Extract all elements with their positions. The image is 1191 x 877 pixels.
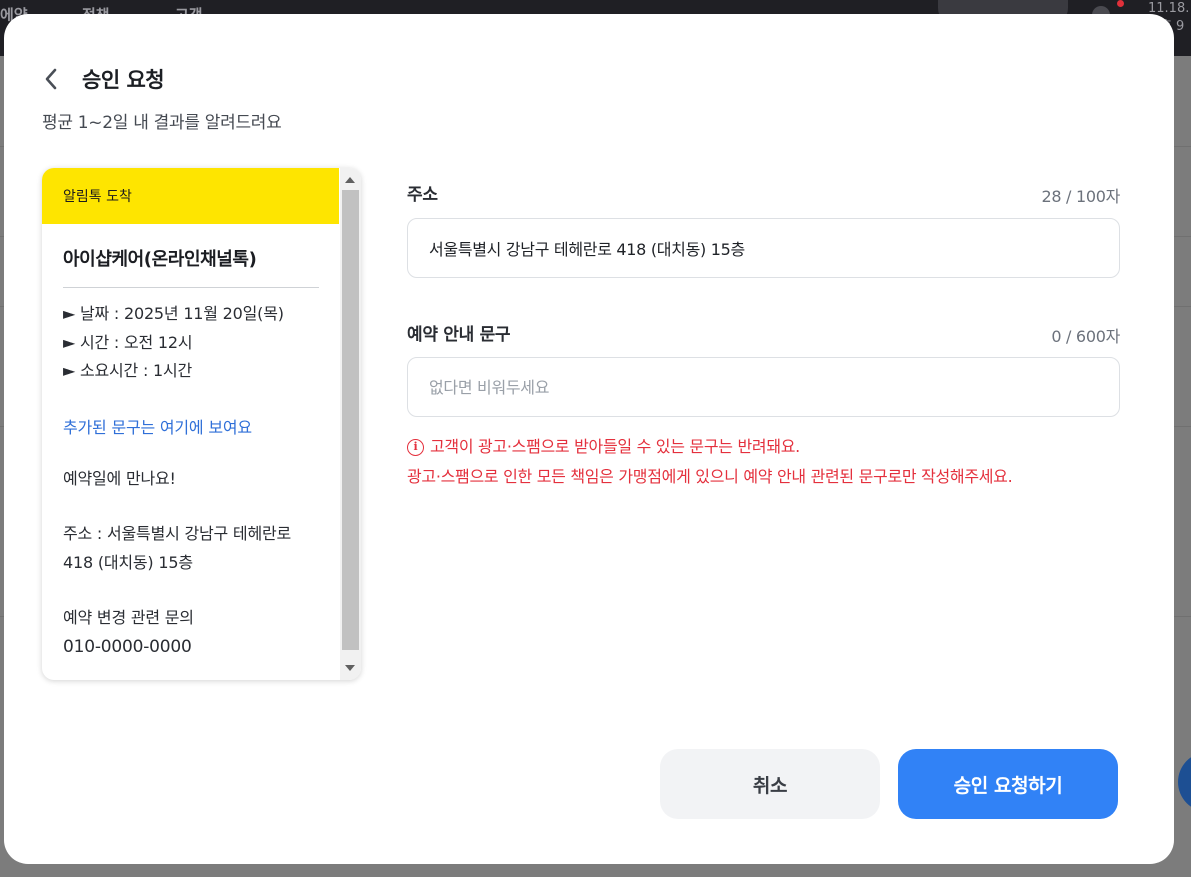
preview-detail-duration: ► 소요시간 : 1시간 <box>63 361 193 380</box>
submit-approval-button[interactable]: 승인 요청하기 <box>898 749 1118 819</box>
modal-title: 승인 요청 <box>82 68 165 92</box>
preview-details: ► 날짜 : 2025년 11월 20일(목) ► 시간 : 오전 12시 ► … <box>63 300 319 386</box>
preview-greeting: 예약일에 만나요! <box>63 468 176 488</box>
notice-char-count: 0 / 600자 <box>1051 327 1120 346</box>
preview-body: 아이샵케어(온라인채널톡) ► 날짜 : 2025년 11월 20일(목) ► … <box>63 224 319 661</box>
preview-address-line: 418 (대치동) 15층 <box>63 552 193 572</box>
info-icon: i <box>407 438 424 456</box>
address-input[interactable] <box>407 218 1120 278</box>
preview-extra-text: 추가된 문구는 여기에 보여요 <box>63 417 252 437</box>
approval-request-modal: 승인 요청 평균 1~2일 내 결과를 알려드려요 알림톡 도착 아이샵케어(온… <box>4 14 1174 864</box>
address-label: 주소 <box>407 185 438 205</box>
modal-subtitle: 평균 1~2일 내 결과를 알려드려요 <box>42 113 282 133</box>
preview-contact-label: 예약 변경 관련 문의 <box>63 608 194 627</box>
warning-line: 고객이 광고·스팸으로 받아들일 수 있는 문구는 반려돼요. <box>430 437 800 456</box>
warning-row: i 고객이 광고·스팸으로 받아들일 수 있는 문구는 반려돼요. <box>407 432 1012 462</box>
notification-dot <box>1117 0 1124 7</box>
address-char-count: 28 / 100자 <box>1041 187 1121 206</box>
scroll-down-arrow-icon[interactable] <box>345 665 355 671</box>
scroll-up-arrow-icon[interactable] <box>345 177 355 183</box>
scroll-thumb[interactable] <box>342 190 359 650</box>
cancel-button[interactable]: 취소 <box>660 749 880 819</box>
warning-message: i 고객이 광고·스팸으로 받아들일 수 있는 문구는 반려돼요. 광고·스팸으… <box>407 432 1013 492</box>
preview-contact: 예약 변경 관련 문의 010-0000-0000 <box>63 604 319 661</box>
preview-detail-date: ► 날짜 : 2025년 11월 20일(목) <box>63 304 284 323</box>
preview-contact-phone: 010-0000-0000 <box>63 636 192 657</box>
preview-title: 아이샵케어(온라인채널톡) <box>63 245 319 288</box>
chevron-left-icon <box>45 68 57 90</box>
warning-line: 광고·스팸으로 인한 모든 책임은 가맹점에게 있으니 예약 안내 관련된 문구… <box>407 467 1013 486</box>
modal-header: 승인 요청 <box>44 64 165 94</box>
notice-input[interactable] <box>407 357 1120 417</box>
preview-address: 주소 : 서울특별시 강남구 테헤란로 418 (대치동) 15층 <box>63 520 319 577</box>
message-preview: 알림톡 도착 아이샵케어(온라인채널톡) ► 날짜 : 2025년 11월 20… <box>42 168 361 680</box>
preview-banner: 알림톡 도착 <box>42 168 339 224</box>
back-button[interactable] <box>44 64 70 94</box>
notice-label: 예약 안내 문구 <box>407 325 511 345</box>
preview-detail-time: ► 시간 : 오전 12시 <box>63 332 193 352</box>
preview-address-line: 주소 : 서울특별시 강남구 테헤란로 <box>63 524 292 543</box>
preview-scrollbar[interactable] <box>340 168 361 680</box>
